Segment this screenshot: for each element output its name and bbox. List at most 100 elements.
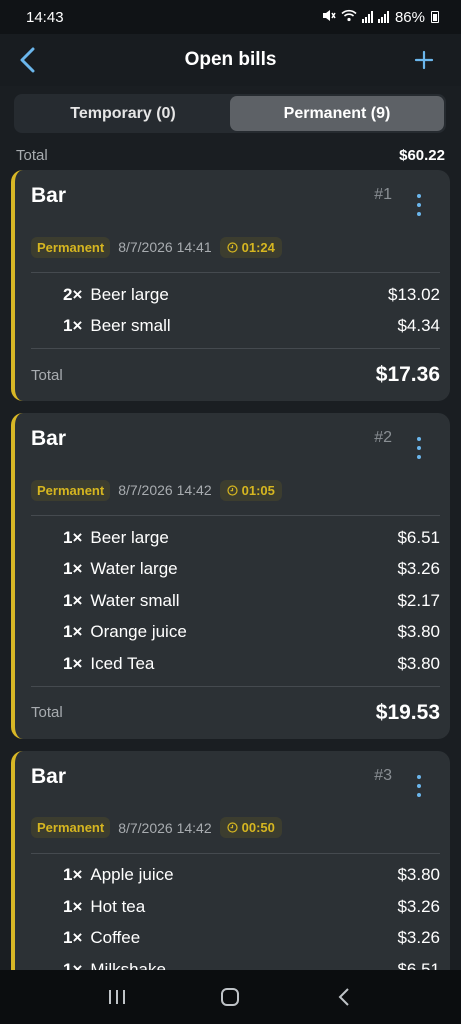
bill-type-tabs: Temporary (0) Permanent (9): [14, 94, 446, 133]
list-item: 1× Hot tea $3.26: [31, 891, 440, 923]
back-button[interactable]: [12, 45, 42, 75]
mute-icon: [322, 9, 336, 26]
bill-number: #2: [374, 429, 392, 446]
timer-badge: 01:05: [219, 479, 282, 501]
item-price: $6.51: [397, 959, 440, 970]
bill-number: #1: [374, 186, 392, 203]
overall-total-label: Total: [16, 146, 48, 164]
system-nav-bar: [0, 970, 461, 1024]
list-item: 1× Milkshake $6.51: [31, 954, 440, 970]
status-badge: Permanent: [31, 479, 111, 501]
status-indicators: 86%: [322, 9, 439, 26]
bill-card[interactable]: Bar #2 Permanent 8/7/2026 14:42 01:05 1×…: [11, 413, 450, 739]
item-qty: 1×: [63, 896, 83, 916]
bill-header: Bar #3: [31, 751, 440, 809]
item-qty: 1×: [63, 559, 83, 579]
bill-name: Bar: [31, 764, 67, 788]
item-price: $3.80: [397, 865, 440, 885]
status-time: 14:43: [26, 8, 64, 26]
item-name: Orange juice: [90, 622, 187, 642]
add-icon: [414, 50, 434, 70]
bill-date: 8/7/2026 14:41: [118, 239, 212, 255]
add-bill-button[interactable]: [409, 45, 439, 75]
list-item: 1× Coffee $3.26: [31, 923, 440, 955]
back-icon: [20, 47, 35, 73]
nav-back-icon: [338, 988, 349, 1006]
timer-value: 00:50: [241, 820, 275, 835]
status-bar: 14:43 86%: [0, 0, 461, 34]
list-item: 1× Apple juice $3.80: [31, 860, 440, 892]
overall-total-value: $60.22: [399, 146, 445, 164]
item-price: $3.80: [397, 653, 440, 673]
bill-meta: Permanent 8/7/2026 14:42 00:50: [31, 809, 440, 847]
item-qty: 1×: [63, 928, 83, 948]
bill-items: 2× Beer large $13.02 1× Beer small $4.34: [31, 273, 440, 348]
item-name: Hot tea: [90, 896, 146, 916]
item-name: Milkshake: [90, 959, 166, 970]
timer-icon: [227, 484, 238, 496]
more-vert-icon[interactable]: [414, 774, 424, 797]
bill-items: 1× Apple juice $3.80 1× Hot tea $3.26 1× Co…: [31, 854, 440, 970]
item-name: Water large: [90, 559, 178, 579]
bill-date: 8/7/2026 14:42: [118, 819, 212, 836]
more-vert-icon[interactable]: [414, 194, 424, 216]
list-item: 1× Orange juice $3.80: [31, 617, 440, 649]
bill-card[interactable]: Bar #3 Permanent 8/7/2026 14:42 00:50 1×…: [11, 750, 450, 970]
bills-list: Bar #1 Permanent 8/7/2026 14:41 01:24 2×…: [11, 170, 450, 970]
tab-permanent[interactable]: Permanent (9): [230, 96, 444, 131]
home-button[interactable]: [210, 977, 250, 1017]
item-name: Iced Tea: [90, 653, 155, 673]
bill-date: 8/7/2026 14:42: [118, 482, 212, 498]
item-qty: 1×: [63, 959, 83, 970]
item-price: $6.51: [397, 527, 440, 547]
bill-name: Bar: [31, 184, 67, 207]
list-item: 1× Beer large $6.51: [31, 522, 440, 554]
bill-header: Bar #1: [31, 170, 440, 228]
bill-total-label: Total: [31, 366, 63, 384]
bill-number: #3: [374, 766, 392, 784]
bill-meta: Permanent 8/7/2026 14:41 01:24: [31, 228, 440, 266]
item-price: $3.26: [397, 896, 440, 916]
bill-total-value: $17.36: [375, 363, 440, 386]
timer-value: 01:24: [241, 239, 275, 255]
status-badge: Permanent: [31, 236, 111, 258]
item-qty: 1×: [63, 622, 83, 642]
item-qty: 1×: [63, 590, 83, 610]
more-vert-icon[interactable]: [414, 437, 424, 459]
bill-meta: Permanent 8/7/2026 14:42 01:05: [31, 471, 440, 509]
bill-total: Total $19.53: [31, 687, 440, 739]
item-name: Beer large: [90, 284, 169, 304]
item-qty: 1×: [63, 316, 83, 336]
bill-card[interactable]: Bar #1 Permanent 8/7/2026 14:41 01:24 2×…: [11, 170, 450, 401]
wifi-icon: [341, 9, 357, 26]
bill-items: 1× Beer large $6.51 1× Water large $3.26 1…: [31, 516, 440, 686]
timer-icon: [227, 822, 238, 833]
status-badge: Permanent: [31, 817, 111, 838]
nav-back-button[interactable]: [324, 977, 364, 1017]
list-item: 2× Beer large $13.02: [31, 279, 440, 311]
item-price: $2.17: [397, 590, 440, 610]
battery-icon: [431, 11, 439, 23]
item-price: $4.34: [397, 316, 440, 336]
item-name: Apple juice: [90, 865, 174, 885]
tab-temporary[interactable]: Temporary (0): [16, 96, 230, 131]
item-price: $3.26: [397, 559, 440, 579]
battery-level: 86%: [394, 8, 425, 26]
recents-button[interactable]: [97, 977, 137, 1017]
bill-name: Bar: [31, 427, 67, 450]
app-bar: Open bills: [0, 34, 461, 86]
bill-header: Bar #2: [31, 413, 440, 471]
item-name: Water small: [90, 590, 180, 610]
item-qty: 1×: [63, 653, 83, 673]
item-qty: 1×: [63, 527, 83, 547]
signal-icon: [361, 11, 373, 23]
item-qty: 1×: [63, 865, 83, 885]
timer-icon: [227, 241, 238, 253]
item-name: Coffee: [90, 928, 141, 948]
list-item: 1× Iced Tea $3.80: [31, 648, 440, 680]
item-price: $3.80: [397, 622, 440, 642]
item-price: $3.26: [397, 928, 440, 948]
bill-total-value: $19.53: [375, 700, 440, 724]
signal-icon-2: [377, 11, 389, 23]
list-item: 1× Water large $3.26: [31, 554, 440, 586]
